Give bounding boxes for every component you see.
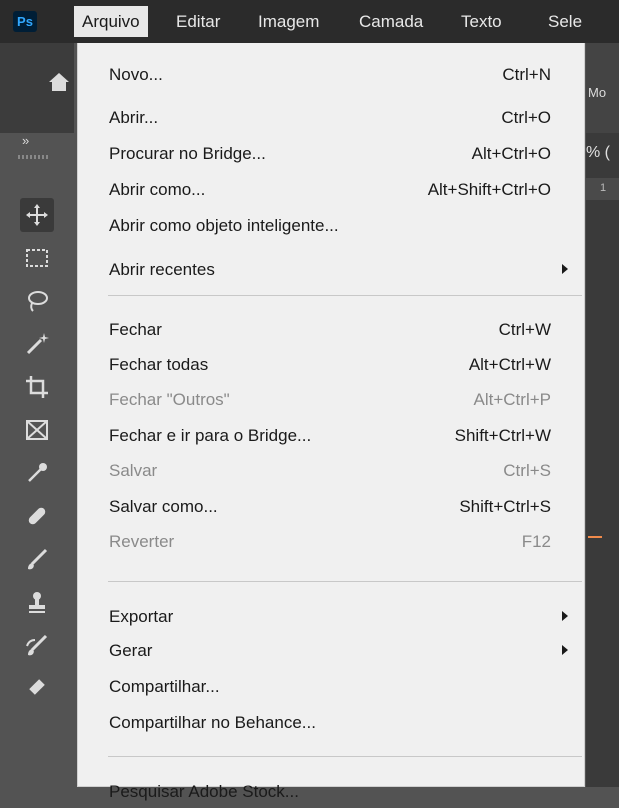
menu-item-abrir-recentes[interactable]: Abrir recentes bbox=[78, 252, 584, 286]
menu-item-label: Abrir como... bbox=[109, 180, 206, 199]
collapse-panel-icon[interactable]: » bbox=[22, 133, 29, 148]
menu-item-fechar-todas[interactable]: Fechar todas Alt+Ctrl+W bbox=[78, 347, 584, 381]
menu-item-exportar[interactable]: Exportar bbox=[78, 599, 584, 633]
crop-icon[interactable] bbox=[20, 370, 54, 404]
menu-item-shortcut: Ctrl+S bbox=[503, 461, 551, 480]
menu-item-salvar-como[interactable]: Salvar como... Shift+Ctrl+S bbox=[78, 489, 584, 523]
document-tab[interactable]: % ( bbox=[586, 144, 610, 162]
menu-item-label: Pesquisar Adobe Stock... bbox=[109, 782, 299, 801]
menu-item-fechar-outros: Fechar "Outros" Alt+Ctrl+P bbox=[78, 382, 584, 416]
ruler-tick: 1 bbox=[600, 182, 607, 194]
menu-item-label: Compartilhar... bbox=[109, 677, 220, 696]
menu-item-shortcut: Shift+Ctrl+S bbox=[459, 497, 551, 516]
menu-item-label: Abrir recentes bbox=[109, 260, 215, 279]
menu-item-label: Salvar bbox=[109, 461, 158, 480]
toolbox-panel: » bbox=[0, 43, 74, 787]
frame-icon[interactable] bbox=[20, 413, 54, 447]
menu-item-label: Compartilhar no Behance... bbox=[109, 713, 316, 732]
file-menu-dropdown: Novo... Ctrl+N Abrir... Ctrl+O Procurar … bbox=[77, 43, 585, 801]
menu-item-label: Abrir... bbox=[109, 108, 159, 127]
home-icon[interactable] bbox=[48, 71, 70, 93]
menu-item-pesquisar-stock[interactable]: Pesquisar Adobe Stock... bbox=[78, 774, 584, 808]
menu-item-reverter: Reverter F12 bbox=[78, 524, 584, 558]
menu-editar[interactable]: Editar bbox=[168, 6, 228, 37]
menu-bar: Ps Arquivo Editar Imagem Camada Texto Se… bbox=[0, 0, 619, 43]
panel-grip-icon[interactable] bbox=[18, 155, 48, 159]
menu-item-procurar-bridge[interactable]: Procurar no Bridge... Alt+Ctrl+O bbox=[78, 136, 584, 170]
lasso-icon[interactable] bbox=[20, 284, 54, 318]
menu-separator bbox=[108, 581, 582, 582]
menu-item-novo[interactable]: Novo... Ctrl+N bbox=[78, 57, 584, 91]
photoshop-logo-icon[interactable]: Ps bbox=[13, 11, 37, 32]
brush-icon[interactable] bbox=[20, 542, 54, 576]
menu-item-shortcut: Ctrl+N bbox=[502, 65, 551, 84]
menu-item-gerar[interactable]: Gerar bbox=[78, 633, 584, 667]
menu-item-fechar-bridge[interactable]: Fechar e ir para o Bridge... Shift+Ctrl+… bbox=[78, 418, 584, 452]
options-label[interactable]: Mo bbox=[588, 85, 606, 100]
menu-selecionar[interactable]: Sele bbox=[540, 6, 590, 37]
menu-imagem[interactable]: Imagem bbox=[250, 6, 327, 37]
move-icon[interactable] bbox=[20, 198, 54, 232]
menu-texto[interactable]: Texto bbox=[453, 6, 510, 37]
menu-arquivo[interactable]: Arquivo bbox=[74, 6, 148, 37]
menu-item-compartilhar[interactable]: Compartilhar... bbox=[78, 669, 584, 703]
menu-item-shortcut: Alt+Ctrl+O bbox=[471, 144, 551, 163]
menu-item-shortcut: Ctrl+O bbox=[501, 108, 551, 127]
menu-item-label: Fechar bbox=[109, 320, 162, 339]
menu-item-shortcut: Alt+Shift+Ctrl+O bbox=[427, 180, 551, 199]
menu-item-label: Fechar todas bbox=[109, 355, 209, 374]
menu-item-compartilhar-behance[interactable]: Compartilhar no Behance... bbox=[78, 705, 584, 739]
menu-item-fechar[interactable]: Fechar Ctrl+W bbox=[78, 312, 584, 346]
menu-item-label: Reverter bbox=[109, 532, 175, 551]
ruler: 1 bbox=[586, 178, 619, 200]
stamp-icon[interactable] bbox=[20, 585, 54, 619]
menu-item-label: Abrir como objeto inteligente... bbox=[109, 216, 339, 235]
menu-separator bbox=[108, 756, 582, 757]
submenu-arrow-icon bbox=[562, 611, 568, 621]
eyedropper-icon[interactable] bbox=[20, 456, 54, 490]
history-brush-icon[interactable] bbox=[20, 628, 54, 662]
menu-item-label: Procurar no Bridge... bbox=[109, 144, 266, 163]
menu-item-label: Novo... bbox=[109, 65, 163, 84]
cursor-indicator bbox=[588, 536, 602, 538]
options-bar-right: Mo bbox=[586, 43, 619, 133]
menu-item-label: Fechar e ir para o Bridge... bbox=[109, 426, 312, 445]
menu-item-abrir-como[interactable]: Abrir como... Alt+Shift+Ctrl+O bbox=[78, 172, 584, 206]
marquee-icon[interactable] bbox=[20, 241, 54, 275]
menu-item-label: Gerar bbox=[109, 641, 153, 660]
healing-icon[interactable] bbox=[20, 499, 54, 533]
magic-wand-icon[interactable] bbox=[20, 327, 54, 361]
options-bar-left bbox=[0, 43, 74, 133]
menu-item-shortcut: F12 bbox=[521, 532, 551, 551]
submenu-arrow-icon bbox=[562, 264, 568, 274]
menu-item-shortcut: Ctrl+W bbox=[498, 320, 551, 339]
menu-item-label: Salvar como... bbox=[109, 497, 218, 516]
menu-item-label: Fechar "Outros" bbox=[109, 390, 230, 409]
menu-item-shortcut: Alt+Ctrl+W bbox=[468, 355, 551, 374]
eraser-icon[interactable] bbox=[20, 671, 54, 705]
menu-item-shortcut: Alt+Ctrl+P bbox=[473, 390, 551, 409]
submenu-arrow-icon bbox=[562, 645, 568, 655]
menu-item-abrir-objeto-inteligente[interactable]: Abrir como objeto inteligente... bbox=[78, 208, 584, 242]
menu-item-label: Exportar bbox=[109, 607, 174, 626]
menu-item-salvar: Salvar Ctrl+S bbox=[78, 453, 584, 487]
menu-item-abrir[interactable]: Abrir... Ctrl+O bbox=[78, 100, 584, 134]
menu-item-shortcut: Shift+Ctrl+W bbox=[454, 426, 551, 445]
menu-camada[interactable]: Camada bbox=[351, 6, 431, 37]
menu-separator bbox=[108, 295, 582, 296]
